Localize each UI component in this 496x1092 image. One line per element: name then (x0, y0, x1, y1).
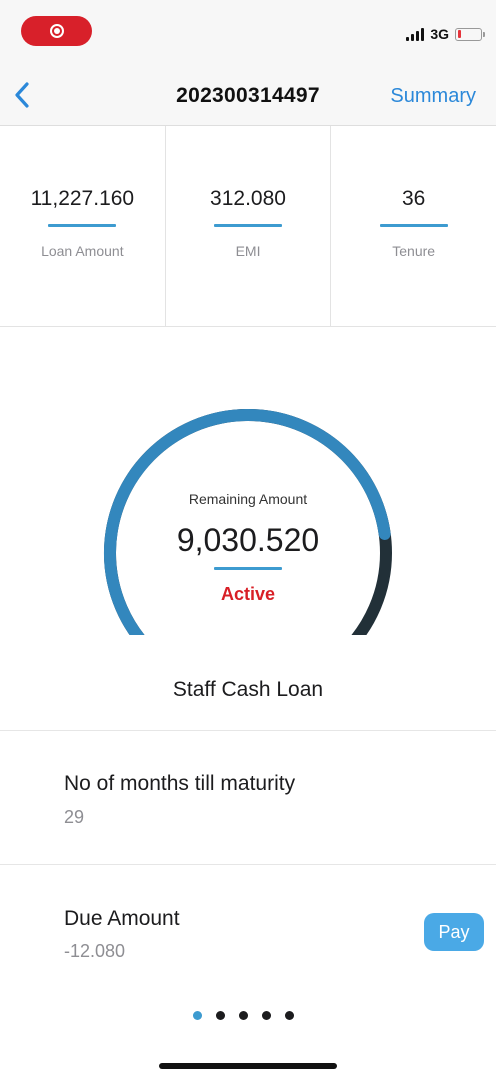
record-icon (49, 24, 64, 38)
loan-type: Staff Cash Loan (172, 678, 324, 701)
screen-recording-indicator[interactable] (21, 16, 92, 46)
divider (0, 730, 496, 731)
divider (0, 864, 496, 865)
stat-loan-amount: 11,227.160 Loan Amount (0, 126, 166, 326)
remaining-amount-value: 9,030.520 (176, 522, 320, 558)
gauge-underline (214, 567, 282, 570)
stat-tenure: 36 Tenure (331, 126, 496, 326)
page-dot[interactable] (262, 1011, 271, 1020)
navigation-bar: 202300314497 Summary (0, 64, 496, 126)
pay-button[interactable]: Pay (424, 913, 484, 951)
stat-underline (379, 224, 448, 227)
loan-status-text: Active (220, 584, 276, 604)
stat-emi: 312.080 EMI (166, 126, 332, 326)
stat-label: EMI (235, 243, 261, 259)
page-indicator[interactable] (193, 1011, 294, 1020)
loan-stats: 11,227.160 Loan Amount 312.080 EMI 36 Te… (0, 126, 496, 327)
status-icons: 3G (406, 24, 485, 44)
status-bar: 3G (0, 0, 496, 64)
stat-value: 36 (402, 187, 426, 210)
home-indicator[interactable] (159, 1063, 337, 1069)
summary-button[interactable]: Summary (390, 85, 476, 108)
due-amount-value: -12.080 (64, 941, 126, 961)
due-amount-title: Due Amount (64, 907, 180, 930)
stat-label: Tenure (392, 243, 436, 259)
stat-value: 312.080 (210, 187, 286, 210)
battery-icon (455, 27, 485, 41)
page-dot[interactable] (285, 1011, 294, 1020)
page-dot[interactable] (239, 1011, 248, 1020)
signal-icon (406, 27, 425, 41)
network-type: 3G (430, 26, 449, 42)
stat-value: 11,227.160 (30, 187, 135, 210)
maturity-value: 29 (64, 807, 85, 827)
page-dot[interactable] (193, 1011, 202, 1020)
stat-underline (214, 224, 282, 227)
gauge-caption: Remaining Amount (188, 491, 308, 507)
battery-level (457, 30, 461, 38)
stat-label: Loan Amount (41, 243, 124, 259)
page-dot[interactable] (216, 1011, 225, 1020)
maturity-title: No of months till maturity (64, 772, 296, 795)
stat-underline (48, 224, 117, 227)
